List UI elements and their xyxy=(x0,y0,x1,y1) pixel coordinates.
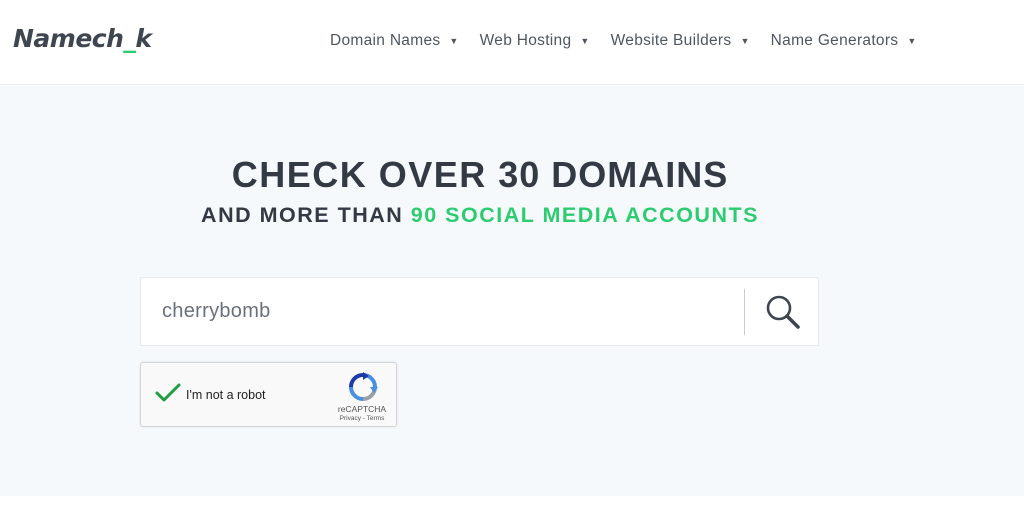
search-divider xyxy=(744,289,745,335)
page-bottom xyxy=(0,496,1024,527)
subline-green: 90 SOCIAL MEDIA ACCOUNTS xyxy=(410,203,759,227)
site-header: Namech_k Domain Names ▼ Web Hosting ▼ We… xyxy=(0,0,1024,85)
search-input[interactable] xyxy=(141,278,744,345)
caret-down-icon: ▼ xyxy=(449,36,459,46)
recaptcha-links: Privacy - Terms xyxy=(331,415,393,422)
nav-label: Domain Names xyxy=(330,32,441,49)
nav-label: Website Builders xyxy=(610,32,732,49)
nav-item-web-hosting[interactable]: Web Hosting ▼ xyxy=(480,32,590,50)
recaptcha-label: I'm not a robot xyxy=(186,388,266,402)
search-icon xyxy=(766,295,800,329)
recaptcha-terms-link[interactable]: Terms xyxy=(367,415,385,422)
hero-headline: CHECK OVER 30 DOMAINS xyxy=(0,154,960,196)
recaptcha-widget: I'm not a robot reCAPTCHA Privacy - Term… xyxy=(140,362,397,427)
logo-text-part2: k xyxy=(135,24,152,53)
search-button[interactable] xyxy=(747,278,819,345)
nav-item-domain-names[interactable]: Domain Names ▼ xyxy=(330,32,459,50)
nav-item-name-generators[interactable]: Name Generators ▼ xyxy=(771,32,917,50)
caret-down-icon: ▼ xyxy=(580,36,590,46)
hero-subline: AND MORE THAN 90 SOCIAL MEDIA ACCOUNTS xyxy=(0,203,960,228)
nav-label: Name Generators xyxy=(770,32,899,49)
search-box xyxy=(140,277,819,346)
recaptcha-brand: reCAPTCHA xyxy=(337,404,387,414)
headline-light: CHECK OVER xyxy=(231,154,499,195)
site-logo[interactable]: Namech_k xyxy=(13,24,152,53)
nav-label: Web Hosting xyxy=(479,32,572,49)
caret-down-icon: ▼ xyxy=(740,36,750,46)
caret-down-icon: ▼ xyxy=(907,36,917,46)
recaptcha-icon xyxy=(349,372,378,401)
recaptcha-checkbox[interactable] xyxy=(155,382,181,404)
logo-accent: _ xyxy=(123,24,136,53)
subline-dark: AND MORE THAN xyxy=(201,203,411,227)
recaptcha-logo xyxy=(348,372,378,402)
main-nav: Domain Names ▼ Web Hosting ▼ Website Bui… xyxy=(330,32,938,50)
headline-bold: 30 DOMAINS xyxy=(498,154,729,195)
nav-item-website-builders[interactable]: Website Builders ▼ xyxy=(611,32,750,50)
checkmark-icon xyxy=(155,383,181,402)
recaptcha-privacy-link[interactable]: Privacy xyxy=(340,415,361,422)
logo-text-part1: Namech xyxy=(13,24,124,53)
